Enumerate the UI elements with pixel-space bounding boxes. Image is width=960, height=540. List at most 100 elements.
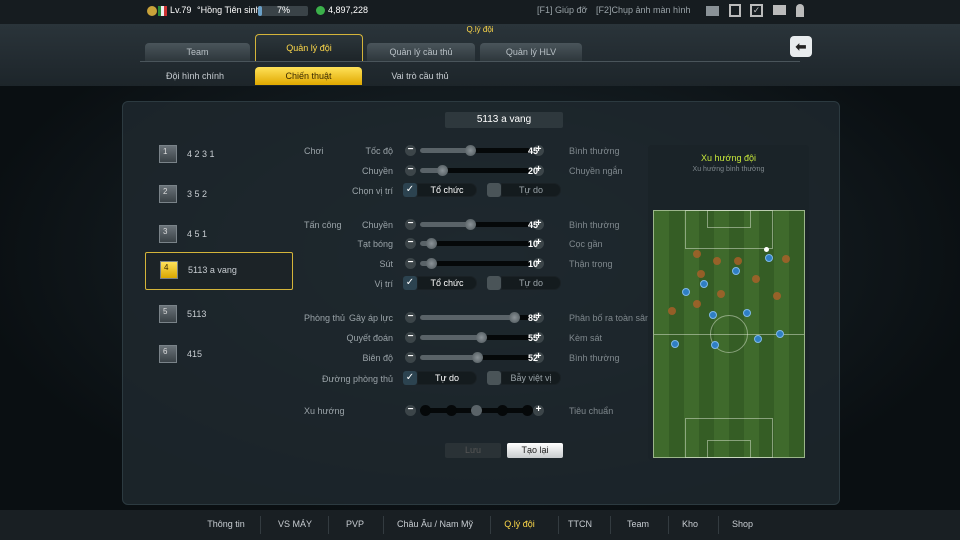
- formation-item[interactable]: 1 4 2 3 1: [145, 137, 293, 175]
- slider-knob[interactable]: [464, 219, 476, 230]
- formation-item[interactable]: 3 4 5 1: [145, 217, 293, 255]
- plus-icon[interactable]: +: [533, 405, 544, 416]
- slider-track[interactable]: [420, 312, 530, 323]
- trend-step[interactable]: [496, 405, 508, 416]
- opponent-player-dot: [693, 250, 701, 258]
- formation-label: 5113: [187, 309, 207, 319]
- team-player-dot: [700, 280, 708, 288]
- formation-number: 6: [159, 345, 177, 363]
- minus-icon[interactable]: −: [405, 332, 416, 343]
- slider-track[interactable]: [420, 258, 530, 269]
- slider-knob[interactable]: [426, 238, 437, 249]
- slider-fill: [420, 148, 470, 153]
- formation-item[interactable]: 5 5113: [145, 297, 293, 335]
- nav-item[interactable]: VS MÁY: [262, 519, 328, 529]
- slider-track[interactable]: [420, 352, 530, 363]
- option-off[interactable]: Tự do: [501, 276, 561, 290]
- screenshot-link[interactable]: [F2]Chụp ảnh màn hình: [596, 5, 691, 15]
- tab-player-management[interactable]: Quản lý cầu thủ: [367, 43, 475, 61]
- minus-icon[interactable]: −: [405, 312, 416, 323]
- nav-item[interactable]: PVP: [330, 519, 380, 529]
- calendar-icon[interactable]: ✓: [750, 4, 763, 17]
- opponent-player-dot: [693, 300, 701, 308]
- checkbox-unchecked[interactable]: [487, 183, 501, 197]
- nav-item[interactable]: Châu Âu / Nam Mỹ: [385, 519, 485, 529]
- subtab-player-roles[interactable]: Vai trò cầu thủ: [365, 67, 475, 85]
- ball-icon: [764, 247, 769, 252]
- nav-item[interactable]: Shop: [720, 519, 765, 529]
- tab-coach-management[interactable]: Quản lý HLV: [480, 43, 582, 61]
- slider-fill: [420, 335, 481, 340]
- option-off[interactable]: Bẫy việt vị: [501, 371, 561, 385]
- slider-track[interactable]: [420, 238, 530, 249]
- slider-description: Cọc gần: [569, 239, 603, 249]
- minus-icon[interactable]: −: [405, 405, 416, 416]
- nav-item[interactable]: Team: [612, 519, 664, 529]
- nav-item[interactable]: Q.lý đội: [492, 519, 547, 529]
- subtab-main-lineup[interactable]: Đội hình chính: [140, 67, 250, 85]
- tab-team-management[interactable]: Quản lý đội: [255, 34, 363, 62]
- opponent-player-dot: [713, 257, 721, 265]
- option-off[interactable]: Tự do: [501, 183, 561, 197]
- slider-track[interactable]: [420, 332, 530, 343]
- trend-step[interactable]: [471, 405, 482, 416]
- trend-step[interactable]: [420, 405, 431, 416]
- rank-icon: [147, 6, 157, 16]
- minus-icon[interactable]: −: [405, 238, 416, 249]
- minus-icon[interactable]: −: [405, 145, 416, 156]
- opponent-player-dot: [773, 292, 781, 300]
- minus-icon[interactable]: −: [405, 258, 416, 269]
- slider-description: Kèm sát: [569, 333, 603, 343]
- formation-item[interactable]: 4 5113 a vang: [145, 252, 293, 290]
- profile-icon[interactable]: [796, 4, 804, 17]
- mail-icon[interactable]: [706, 6, 719, 16]
- reset-button[interactable]: Tạo lại: [507, 443, 563, 458]
- trend-step[interactable]: [445, 405, 457, 416]
- group-trend-label: Xu hướng: [304, 406, 345, 416]
- slider-knob[interactable]: [475, 332, 487, 343]
- slider-label: Chuyền: [361, 220, 393, 230]
- option-on[interactable]: Tổ chức: [417, 276, 477, 290]
- nav-item[interactable]: Thông tin: [195, 519, 257, 529]
- nav-item[interactable]: TTCN: [560, 519, 600, 529]
- checkbox-unchecked[interactable]: [487, 276, 501, 290]
- minus-icon[interactable]: −: [405, 165, 416, 176]
- slider-knob[interactable]: [464, 145, 476, 156]
- chat-icon[interactable]: [773, 5, 786, 15]
- minus-icon[interactable]: −: [405, 219, 416, 230]
- slider-track[interactable]: [420, 219, 530, 230]
- slider-track[interactable]: [420, 165, 530, 176]
- goal-box-bottom: [707, 440, 751, 458]
- formation-item[interactable]: 2 3 5 2: [145, 177, 293, 215]
- save-button[interactable]: Lưu: [445, 443, 501, 458]
- checkbox-checked[interactable]: ✓: [403, 371, 417, 385]
- nav-item[interactable]: Kho: [670, 519, 710, 529]
- subtab-tactics[interactable]: Chiến thuật: [255, 67, 362, 85]
- slider-description: Thận trọng: [569, 259, 613, 269]
- checkbox-checked[interactable]: ✓: [403, 183, 417, 197]
- tab-team[interactable]: Team: [145, 43, 250, 61]
- nav-divider: [490, 516, 491, 534]
- slider-description: Bình thường: [569, 220, 620, 230]
- checkbox-unchecked[interactable]: [487, 371, 501, 385]
- help-link[interactable]: [F1] Giúp đỡ: [537, 5, 587, 15]
- option-on[interactable]: Tổ chức: [417, 183, 477, 197]
- formation-label: 4 5 1: [187, 229, 208, 239]
- minus-icon[interactable]: −: [405, 352, 416, 363]
- slider-knob[interactable]: [508, 312, 520, 323]
- formation-label: 3 5 2: [187, 189, 208, 199]
- slider-description: Chuyền ngắn: [569, 166, 623, 176]
- tactic-name-field[interactable]: 5113 a vang: [445, 112, 563, 128]
- back-button[interactable]: ⬅: [790, 36, 812, 57]
- slider-track[interactable]: [420, 145, 530, 156]
- formation-item[interactable]: 6 415: [145, 337, 293, 375]
- slider-knob[interactable]: [437, 165, 448, 176]
- slider-fill: [420, 315, 514, 320]
- top-bar: Lv.79 °Hồng Tiên sinh° 7% 4,897,228 [F1]…: [0, 0, 960, 24]
- slider-knob[interactable]: [426, 258, 437, 269]
- team-player-dot: [711, 341, 719, 349]
- checkbox-checked[interactable]: ✓: [403, 276, 417, 290]
- trend-step[interactable]: [522, 405, 533, 416]
- option-on[interactable]: Tự do: [417, 371, 477, 385]
- list-icon[interactable]: [729, 4, 741, 17]
